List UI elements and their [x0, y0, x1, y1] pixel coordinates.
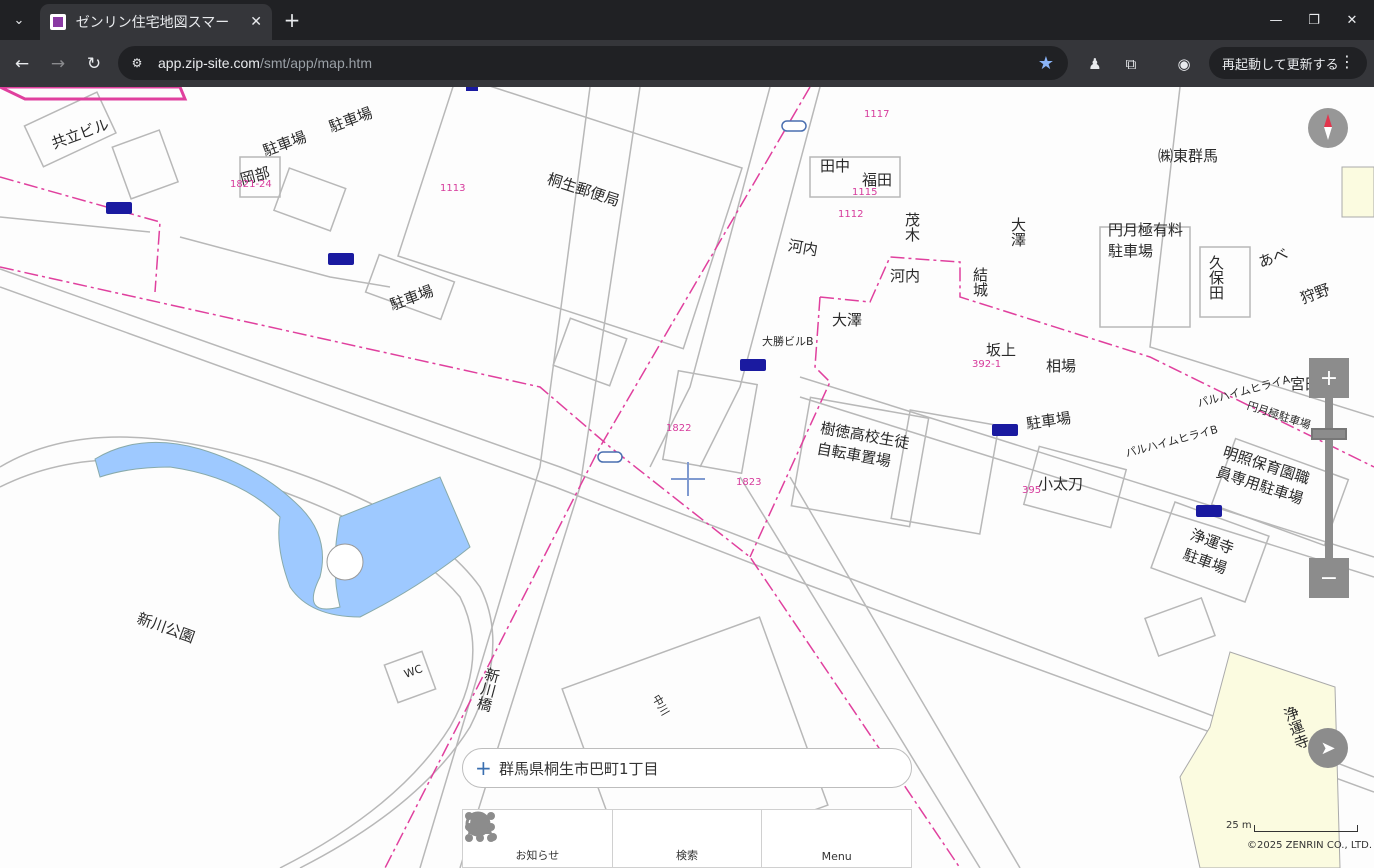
map-label-building: 大澤: [832, 311, 863, 329]
restart-label: 再起動して更新する: [1222, 57, 1339, 73]
map-center-crosshair: [687, 462, 689, 496]
map-label-building: 坂上: [986, 341, 1017, 359]
zoom-slider-thumb[interactable]: [1311, 428, 1347, 440]
lot-number: 1113: [440, 183, 466, 194]
browser-tab[interactable]: ゼンリン住宅地図スマー ✕: [40, 4, 272, 40]
site-info-icon[interactable]: ⚙: [128, 54, 146, 72]
notice-label: お知らせ: [515, 849, 560, 862]
map-label-building: 田中: [820, 157, 851, 175]
zoom-out-button[interactable]: −: [1309, 558, 1349, 598]
tab-bar: ⌄ ゼンリン住宅地図スマー ✕ + — ❐ ✕: [0, 0, 1374, 40]
bookmark-star-icon[interactable]: ★: [1038, 53, 1054, 74]
map-label-building: 結城: [971, 267, 989, 297]
lot-number: 1823: [736, 477, 762, 488]
crosshair-plus-icon: +: [475, 756, 492, 780]
forward-button[interactable]: →: [45, 51, 71, 77]
map-label-parking: 円月極有料駐車場: [1108, 221, 1184, 260]
lot-number: 1821-24: [230, 179, 272, 190]
menu-button[interactable]: Menu: [465, 810, 911, 867]
reload-button[interactable]: ↻: [81, 51, 107, 77]
current-address-text: 群馬県桐生市巴町1丁目: [499, 759, 659, 778]
map-label-building: 大勝ビルB: [762, 335, 814, 348]
extensions-puzzle-icon[interactable]: ⧉: [1119, 52, 1143, 76]
lot-number: 1112: [838, 209, 864, 220]
map-label-building: 茂木: [903, 212, 921, 242]
map-label-building: ㈱東群馬: [1158, 147, 1219, 165]
tab-title: ゼンリン住宅地図スマー: [75, 15, 230, 31]
url-host: app.zip-site.com: [158, 55, 260, 71]
extension-icon[interactable]: ♟: [1083, 52, 1107, 76]
tab-search-button[interactable]: ⌄: [6, 8, 32, 32]
scale-bar: [1254, 825, 1358, 832]
map-label-building: 相場: [1046, 357, 1077, 375]
restart-update-button[interactable]: 再起動して更新する ⋮: [1209, 47, 1367, 79]
menu-label: Menu: [821, 850, 852, 863]
zenrin-favicon-icon: [50, 14, 66, 30]
scale-label: 25 m: [1226, 820, 1252, 831]
lot-number: 1822: [666, 423, 692, 434]
map-label-building: 久保田: [1207, 255, 1225, 300]
map-label-building: 小太刀: [1038, 475, 1084, 493]
current-address-bar[interactable]: + 群馬県桐生市巴町1丁目: [462, 748, 912, 788]
url-text[interactable]: app.zip-site.com/smt/app/map.htm: [158, 55, 372, 71]
minimize-button[interactable]: —: [1264, 8, 1288, 32]
window-close-button[interactable]: ✕: [1340, 8, 1364, 32]
browser-toolbar: ← → ↻ ⚙ app.zip-site.com/smt/app/map.htm…: [0, 40, 1374, 87]
lot-number: 392-1: [972, 359, 1002, 370]
search-button[interactable]: 検索: [465, 810, 763, 867]
map-canvas[interactable]: 桐生郵便局 駐車場 駐車場 駐車場 駐車場 共立ビル 岡部 田中 福田 河内 河…: [0, 87, 1374, 868]
restore-button[interactable]: ❐: [1302, 8, 1326, 32]
more-menu-icon[interactable]: ⋮: [1339, 52, 1355, 71]
address-bar[interactable]: ⚙ app.zip-site.com/smt/app/map.htm ★: [118, 46, 1068, 80]
compass-north-icon: [1324, 114, 1332, 127]
url-path: /smt/app/map.htm: [259, 55, 372, 71]
grid-menu-icon: [465, 812, 857, 848]
lot-number: 1115: [852, 187, 878, 198]
zoom-in-button[interactable]: +: [1309, 358, 1349, 398]
tab-close-icon[interactable]: ✕: [248, 14, 264, 30]
back-button[interactable]: ←: [9, 51, 35, 77]
profile-icon[interactable]: ◉: [1172, 52, 1196, 76]
compass-south-icon: [1324, 127, 1332, 140]
copyright-text: ©2025 ZENRIN CO., LTD.: [1247, 840, 1372, 851]
lot-number: 1117: [864, 109, 890, 120]
zoom-slider-track[interactable]: [1325, 398, 1333, 558]
bell-icon: [468, 810, 557, 845]
current-location-button[interactable]: ➤: [1308, 728, 1348, 768]
map-label-building: 河内: [890, 267, 921, 285]
compass-button[interactable]: [1308, 108, 1348, 148]
search-icon: [465, 810, 707, 845]
map-label-building: 大澤: [1009, 217, 1027, 247]
navigation-arrow-icon: ➤: [1320, 737, 1336, 759]
lot-number: 395: [1022, 485, 1042, 496]
search-label: 検索: [676, 849, 698, 862]
new-tab-button[interactable]: +: [280, 8, 304, 32]
bottom-navigation: お知らせ 検索 Menu: [462, 809, 912, 868]
